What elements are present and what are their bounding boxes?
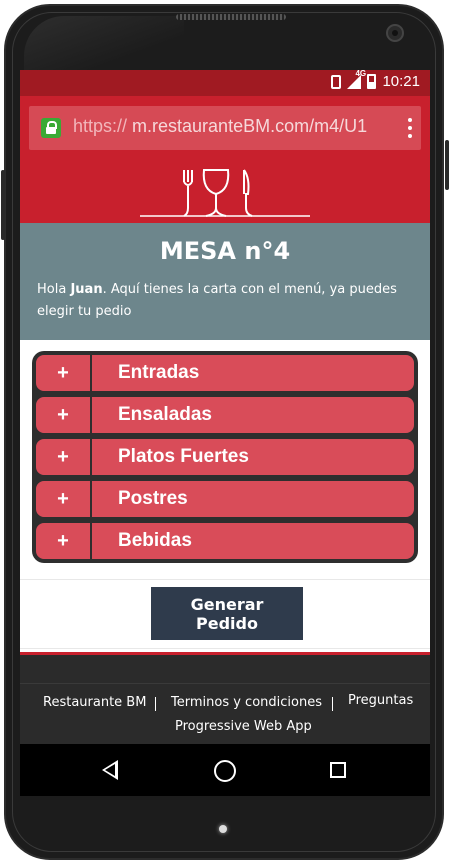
footer-band [20, 655, 430, 684]
recents-icon[interactable] [330, 762, 346, 778]
footer-link-pwa[interactable]: Progressive Web App [175, 719, 312, 734]
network-type: 4G [355, 70, 367, 78]
footer-link-preguntas[interactable]: Preguntas [348, 693, 413, 708]
home-icon[interactable] [214, 760, 236, 782]
footer-divider [155, 697, 156, 711]
divider [20, 648, 430, 649]
expand-icon: + [36, 523, 92, 559]
restaurant-logo-icon [140, 169, 310, 217]
menu-categories: + Entradas + Ensaladas + Platos Fuertes … [32, 351, 418, 563]
menu-item-entradas[interactable]: + Entradas [34, 353, 416, 393]
notification-led [219, 825, 227, 833]
greeting-text: Hola Juan. Aquí tienes la carta con el m… [37, 279, 417, 323]
status-time: 10:21 [382, 73, 420, 90]
divider [20, 579, 430, 580]
url-domain: m.restauranteBM.com/m4/U1 [127, 116, 368, 136]
kebab-menu-icon[interactable] [407, 118, 413, 138]
vibrate-icon [331, 74, 342, 89]
footer-links: Restaurante BM Terminos y condiciones Pr… [20, 693, 430, 734]
greeting-prefix: Hola [37, 282, 71, 297]
url-text[interactable]: https:// m.restauranteBM.com/m4/U1 [73, 116, 393, 137]
site-footer: Restaurante BM Terminos y condiciones Pr… [20, 655, 430, 744]
front-camera [386, 24, 404, 42]
phone-glare [24, 16, 184, 71]
back-icon[interactable] [102, 760, 118, 780]
signal-icon: 4G [347, 70, 366, 89]
menu-item-label: Ensaladas [118, 404, 212, 425]
browser-toolbar: https:// m.restauranteBM.com/m4/U1 [20, 96, 430, 160]
power-button [445, 140, 449, 190]
footer-divider [332, 697, 333, 711]
status-bar: 4G 10:21 [20, 70, 430, 96]
menu-item-postres[interactable]: + Postres [34, 479, 416, 519]
expand-icon: + [36, 355, 92, 391]
footer-link-restaurante[interactable]: Restaurante BM [43, 695, 146, 710]
table-section: MESA n°4 Hola Juan. Aquí tienes la carta… [20, 223, 430, 340]
expand-icon: + [36, 397, 92, 433]
android-nav-bar [20, 744, 430, 796]
volume-button [1, 170, 5, 240]
page-title: MESA n°4 [159, 237, 291, 265]
earpiece-speaker [176, 14, 286, 20]
address-bar[interactable]: https:// m.restauranteBM.com/m4/U1 [29, 106, 421, 150]
lock-icon [41, 118, 61, 138]
expand-icon: + [36, 481, 92, 517]
menu-item-label: Bebidas [118, 530, 192, 551]
menu-item-label: Postres [118, 488, 188, 509]
menu-item-bebidas[interactable]: + Bebidas [34, 521, 416, 561]
url-protocol: https:// [73, 116, 128, 136]
menu-item-ensaladas[interactable]: + Ensaladas [34, 395, 416, 435]
expand-icon: + [36, 439, 92, 475]
generate-order-button[interactable]: Generar Pedido [151, 587, 303, 640]
site-header [20, 160, 430, 223]
menu-item-label: Platos Fuertes [118, 446, 249, 467]
screen: 4G 10:21 https:// m.restauranteBM.com/m4… [20, 70, 430, 796]
customer-name: Juan [70, 282, 103, 297]
footer-link-terminos[interactable]: Terminos y condiciones [171, 695, 322, 710]
menu-item-platos-fuertes[interactable]: + Platos Fuertes [34, 437, 416, 477]
menu-item-label: Entradas [118, 362, 200, 383]
battery-icon [367, 74, 377, 89]
